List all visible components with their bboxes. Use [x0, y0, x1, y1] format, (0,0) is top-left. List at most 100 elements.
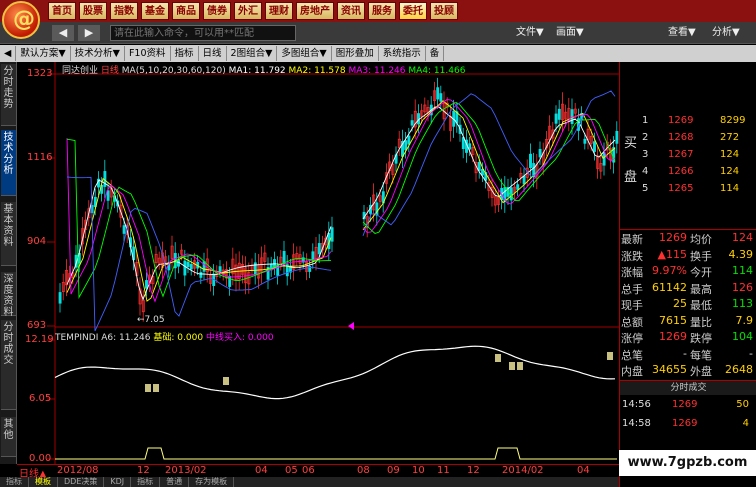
- analysis-menu[interactable]: 分析▼: [712, 25, 740, 41]
- menu-item-1[interactable]: 股票: [79, 2, 107, 20]
- candle-body: [183, 260, 187, 276]
- menu-item-2[interactable]: 指数: [110, 2, 138, 20]
- buy-volume: 8299: [720, 115, 746, 126]
- ma2-value: MA2: 11.578: [288, 66, 346, 76]
- candle-body: [404, 140, 408, 151]
- app-logo[interactable]: @: [2, 1, 40, 39]
- chart-toolbar-item-0[interactable]: ◀: [0, 46, 17, 61]
- trade-row: 14:56 1269 50: [620, 399, 756, 416]
- stat-row: 总笔 - 每笔 -: [620, 347, 756, 364]
- indicator-bar: [145, 384, 151, 392]
- indicator-mid: 中线买入: 0.000: [205, 333, 274, 343]
- candle-body: [583, 138, 587, 144]
- buy-price: 1268: [668, 132, 694, 143]
- candle-body: [199, 272, 203, 278]
- stat-label: 现手: [621, 299, 643, 312]
- bottom-tab-0[interactable]: 指标: [0, 477, 29, 487]
- candle-body: [410, 120, 414, 126]
- low-price-mark: ←7.05: [137, 315, 165, 325]
- left-tab-4[interactable]: 分时成交: [1, 320, 16, 410]
- left-tab-5[interactable]: 其他: [1, 417, 16, 457]
- bottom-tab-6[interactable]: 存为模板: [189, 477, 235, 487]
- view-menu[interactable]: 画面▼: [556, 25, 584, 41]
- file-menu[interactable]: 文件▼: [516, 25, 544, 41]
- bottom-tab-4[interactable]: 指标: [131, 477, 161, 487]
- menu-item-7[interactable]: 理财: [265, 2, 293, 20]
- buy-level: 5: [642, 183, 649, 194]
- back-button[interactable]: ◀: [52, 25, 74, 41]
- candle-body: [407, 135, 411, 145]
- stat-value: 61142: [652, 280, 687, 294]
- candle-body: [218, 266, 222, 272]
- left-tab-2[interactable]: 基本资料: [1, 202, 16, 266]
- stat-value: 4.39: [728, 247, 754, 261]
- menu-item-10[interactable]: 服务: [368, 2, 396, 20]
- menu-item-3[interactable]: 基金: [141, 2, 169, 20]
- chart-toolbar-item-1[interactable]: 默认方案▼: [16, 46, 71, 61]
- menu-item-5[interactable]: 债券: [203, 2, 231, 20]
- left-tab-0[interactable]: 分时走势: [1, 64, 16, 126]
- indicator-legend: TEMPINDI A6: 11.246 基础: 0.000 中线买入: 0.00…: [55, 330, 274, 343]
- price-tick: 1323: [27, 68, 53, 79]
- menu-item-9[interactable]: 资讯: [337, 2, 365, 20]
- stat-label: 最高: [690, 282, 712, 296]
- look-menu[interactable]: 查看▼: [668, 25, 696, 41]
- chart-area[interactable]: 1323 1116 904 693 同达创业 日线 MA(5,10,20,30,…: [17, 62, 619, 464]
- chart-toolbar-item-8[interactable]: 图形叠加: [332, 46, 379, 61]
- buy-volume: 124: [720, 166, 740, 177]
- chart-toolbar-item-5[interactable]: 日线: [199, 46, 227, 61]
- chart-toolbar-item-7[interactable]: 多图组合▼: [277, 46, 332, 61]
- ma-line-3: [66, 99, 616, 303]
- base-signal-line: [55, 447, 617, 460]
- left-tab-1[interactable]: 技术分析: [1, 130, 16, 196]
- trades-header: 分时成交: [620, 380, 756, 395]
- menu-item-6[interactable]: 外汇: [234, 2, 262, 20]
- left-tab-3[interactable]: 深度资料: [1, 272, 16, 318]
- chart-toolbar-item-6[interactable]: 2图组合▼: [227, 46, 278, 61]
- menu-item-11[interactable]: 委托: [399, 2, 427, 20]
- bottom-tab-3[interactable]: KDJ: [104, 477, 132, 487]
- stat-row: 内盘 34655 外盘 2648: [620, 363, 756, 380]
- chart-toolbar-item-9[interactable]: 系统指示: [379, 46, 426, 61]
- stat-value: 104: [732, 330, 753, 343]
- indicator-tick: 12.19: [25, 334, 54, 345]
- stat-value: 25: [673, 297, 687, 310]
- menu-item-4[interactable]: 商品: [172, 2, 200, 20]
- kline-chart[interactable]: [17, 62, 619, 464]
- stat-row: 总额 7615 量比 7.9: [620, 314, 756, 331]
- stat-label: 跌停: [690, 332, 712, 345]
- forward-button[interactable]: ▶: [78, 25, 100, 41]
- ma-line-1: [66, 106, 616, 301]
- candle-body: [602, 152, 606, 166]
- quote-panel-top: [619, 62, 756, 113]
- chart-toolbar-item-3[interactable]: F10资料: [125, 46, 171, 61]
- candle-body: [516, 184, 520, 190]
- time-tick: 10: [412, 465, 425, 476]
- candle-body: [145, 280, 148, 289]
- menu-item-0[interactable]: 首页: [48, 2, 76, 20]
- trade-price: 1269: [672, 418, 698, 429]
- stock-name: 同达创业: [62, 66, 99, 76]
- menu-item-12[interactable]: 投顾: [430, 2, 458, 20]
- bottom-tab-1[interactable]: 模板: [29, 477, 58, 487]
- buy-price: 1267: [668, 149, 694, 160]
- bottom-tab-5[interactable]: 普通: [160, 477, 190, 487]
- time-tick: 11: [437, 465, 450, 476]
- stat-value: 1269: [659, 231, 687, 244]
- chart-toolbar-item-4[interactable]: 指标: [171, 46, 199, 61]
- chart-toolbar-item-10[interactable]: 备: [426, 46, 445, 61]
- stat-value: -: [749, 346, 753, 360]
- stat-value: 1269: [659, 330, 687, 343]
- stat-value: -: [683, 346, 687, 360]
- bottom-tab-2[interactable]: DDE决策: [58, 477, 105, 487]
- left-view-tabs: 分时走势技术分析基本资料深度资料分时成交其他: [0, 62, 17, 464]
- chart-toolbar-item-2[interactable]: 技术分析▼: [71, 46, 125, 61]
- time-tick: 04: [255, 465, 268, 476]
- trade-price: 1269: [672, 399, 698, 410]
- candle-body: [228, 275, 232, 287]
- command-input[interactable]: [110, 25, 296, 41]
- ma-params: MA(5,10,20,30,60,120): [121, 66, 226, 76]
- menu-item-8[interactable]: 房地产: [296, 2, 334, 20]
- stat-value: 126: [732, 280, 753, 294]
- stat-value: 7615: [659, 313, 687, 327]
